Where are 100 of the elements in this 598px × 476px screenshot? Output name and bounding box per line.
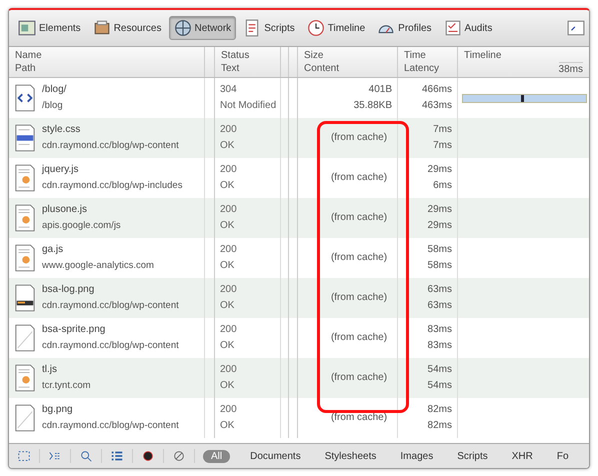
file-path: cdn.raymond.cc/blog/wp-content: [42, 299, 179, 313]
filter-tab[interactable]: Images: [388, 450, 446, 462]
size-value: (from cache): [330, 331, 388, 345]
status-code: 200: [220, 123, 238, 137]
size-value: 401B: [368, 83, 392, 97]
image-file-icon: [14, 324, 36, 352]
status-code: 200: [220, 403, 238, 417]
status-text: OK: [220, 339, 236, 353]
column-header[interactable]: Time Latency: [398, 47, 458, 77]
file-path: www.google-analytics.com: [42, 259, 154, 273]
panel-tab[interactable]: Scripts: [238, 16, 300, 40]
status-code: 200: [220, 323, 238, 337]
file-name: style.css: [42, 123, 82, 137]
file-name: tl.js: [42, 363, 58, 377]
panel-tab[interactable]: Resources: [88, 16, 166, 40]
latency-value: 463ms: [422, 99, 452, 113]
panel-tab[interactable]: Timeline: [302, 16, 370, 40]
file-path: apis.google.com/js: [42, 219, 121, 233]
panel-tab[interactable]: Profiles: [372, 16, 437, 40]
status-code: 200: [220, 243, 238, 257]
time-value: 83ms: [428, 323, 452, 337]
file-path: cdn.raymond.cc/blog/wp-content: [42, 139, 179, 153]
file-name: ga.js: [42, 243, 64, 257]
filter-tab[interactable]: Stylesheets: [312, 450, 388, 462]
status-text: Not Modified: [220, 99, 275, 113]
request-row[interactable]: bg.png cdn.raymond.cc/blog/wp-content 200 OK (from cache) 82ms 82ms: [9, 398, 589, 438]
content-size: 35.88KB: [354, 99, 392, 113]
clock-icon: [306, 19, 325, 37]
file-name: jquery.js: [42, 163, 80, 177]
status-text: OK: [220, 379, 236, 393]
box-icon: [92, 19, 111, 37]
status-code: 200: [220, 283, 238, 297]
size-value: (from cache): [330, 131, 388, 145]
window-icon: [18, 19, 36, 37]
request-row[interactable]: plusone.js apis.google.com/js 200 OK (from cache) 29ms 29ms: [9, 198, 589, 238]
time-value: 63ms: [428, 283, 452, 297]
status-code: 304: [220, 83, 238, 97]
status-text: OK: [220, 219, 236, 233]
checklist-icon: [444, 19, 462, 37]
time-value: 29ms: [428, 203, 452, 217]
file-name: bsa-sprite.png: [42, 323, 106, 337]
time-value: 54ms: [428, 363, 452, 377]
size-value: (from cache): [330, 211, 388, 225]
size-value: (from cache): [330, 171, 388, 185]
status-text: OK: [220, 139, 236, 153]
time-value: 58ms: [428, 243, 452, 257]
request-row[interactable]: bsa-log.png cdn.raymond.cc/blog/wp-content 200 OK (from cache) 63ms 63ms: [9, 278, 589, 318]
file-path: /blog: [42, 99, 64, 113]
status-code: 200: [220, 203, 238, 217]
size-value: (from cache): [330, 291, 388, 305]
size-value: (from cache): [330, 371, 388, 385]
latency-value: 58ms: [428, 259, 452, 273]
filter-tab[interactable]: All: [203, 450, 230, 462]
status-text: OK: [220, 259, 236, 273]
script-file-icon: [14, 204, 36, 232]
file-path: cdn.raymond.cc/blog/wp-content: [42, 339, 179, 353]
file-path: cdn.raymond.cc/blog/wp-includes: [42, 179, 182, 193]
status-code: 200: [220, 163, 238, 177]
file-name: plusone.js: [42, 203, 88, 217]
panel-tab[interactable]: Elements: [13, 16, 86, 40]
latency-value: 6ms: [433, 179, 452, 193]
status-text: OK: [220, 419, 236, 433]
status-text: OK: [220, 299, 236, 313]
filter-tab[interactable]: Documents: [238, 450, 313, 462]
globe-icon: [174, 19, 192, 37]
image-file-icon: [14, 284, 36, 312]
script-file-icon: [14, 244, 36, 272]
panel-tab[interactable]: Network: [168, 16, 236, 40]
column-header[interactable]: Name Path: [9, 47, 205, 77]
latency-value: 54ms: [428, 379, 452, 393]
latency-value: 63ms: [428, 299, 452, 313]
console-icon[interactable]: [567, 19, 585, 37]
time-value: 7ms: [433, 123, 452, 137]
column-header[interactable]: Timeline 38ms: [458, 47, 589, 77]
filter-tab[interactable]: XHR: [500, 450, 545, 462]
latency-value: 83ms: [428, 339, 452, 353]
column-header[interactable]: Size Content: [298, 47, 398, 77]
panel-tab[interactable]: Audits: [438, 16, 498, 40]
column-header[interactable]: Status Text: [215, 47, 281, 77]
code-file-icon: [14, 84, 36, 112]
request-row[interactable]: tl.js tcr.tynt.com 200 OK (from cache) 54ms 54ms: [9, 358, 589, 398]
status-code: 200: [220, 363, 238, 377]
filter-tab[interactable]: Fo: [544, 450, 581, 462]
filter-tab[interactable]: Scripts: [445, 450, 500, 462]
css-file-icon: [14, 124, 36, 152]
image-file-icon: [14, 404, 36, 432]
script-file-icon: [14, 364, 36, 392]
size-value: (from cache): [330, 251, 388, 265]
script-file-icon: [14, 164, 36, 192]
file-name: bsa-log.png: [42, 283, 96, 297]
status-text: OK: [220, 179, 236, 193]
file-name: bg.png: [42, 403, 74, 417]
latency-value: 82ms: [428, 419, 452, 433]
file-name: /blog/: [42, 83, 66, 97]
size-value: (from cache): [330, 411, 388, 425]
time-value: 82ms: [428, 403, 452, 417]
latency-value: 7ms: [433, 139, 452, 153]
request-row[interactable]: style.css cdn.raymond.cc/blog/wp-content 200 OK (from cache) 7ms 7ms: [9, 118, 589, 158]
file-path: tcr.tynt.com: [42, 379, 91, 393]
latency-value: 29ms: [428, 219, 452, 233]
